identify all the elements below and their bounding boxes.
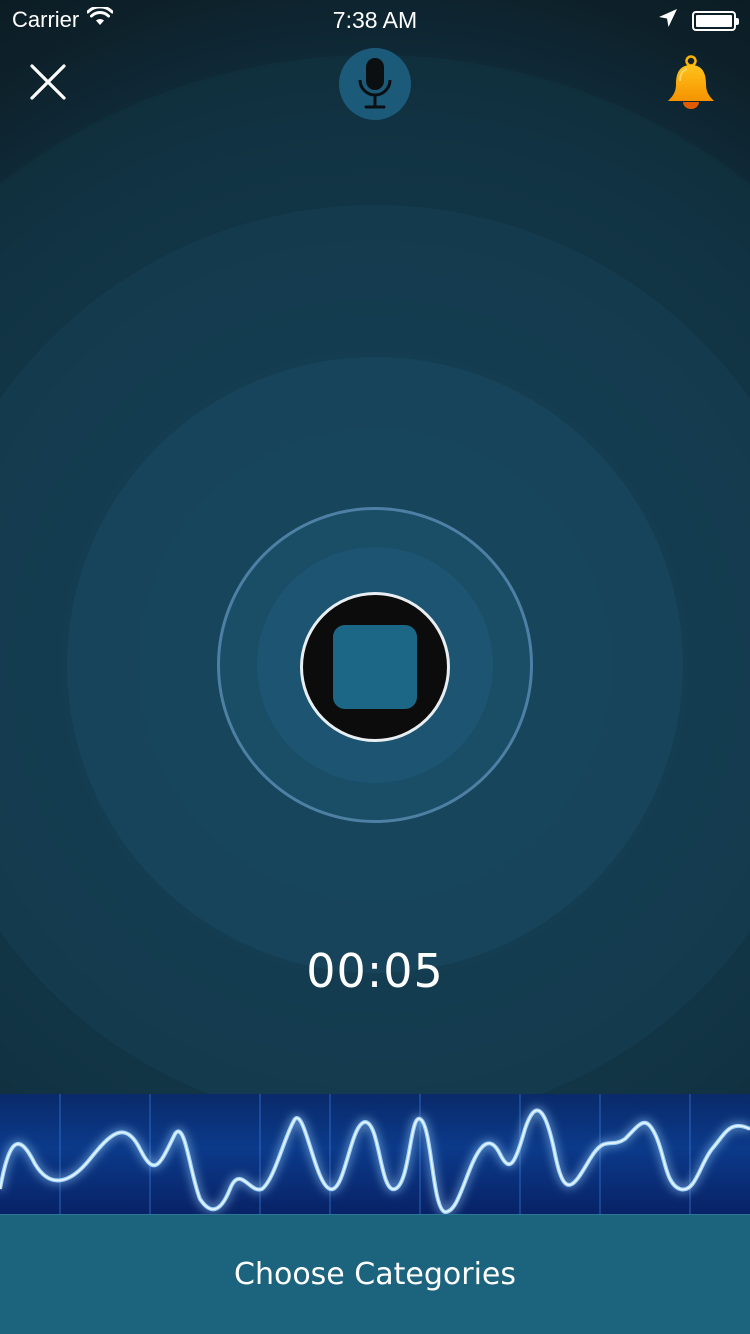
stop-icon: [333, 625, 417, 709]
stop-recording-button[interactable]: [300, 592, 450, 742]
microphone-badge: [339, 48, 411, 120]
audio-waveform: [0, 1094, 750, 1214]
choose-categories-button[interactable]: Choose Categories: [0, 1214, 750, 1334]
bell-icon: [668, 55, 714, 109]
status-time: 7:38 AM: [332, 7, 418, 33]
recording-screen: Carrier 7:38 AM 00:05 Choose Categories: [0, 0, 750, 1334]
elapsed-timer: 00:05: [306, 944, 444, 998]
battery-full-icon: [692, 11, 739, 31]
notifications-button[interactable]: [664, 54, 720, 112]
microphone-icon: [358, 58, 392, 109]
close-button[interactable]: [28, 62, 68, 102]
close-icon: [30, 64, 66, 100]
status-right-group: [658, 8, 739, 34]
status-bar: Carrier 7:38 AM: [0, 0, 750, 40]
location-arrow-icon: [658, 8, 678, 34]
